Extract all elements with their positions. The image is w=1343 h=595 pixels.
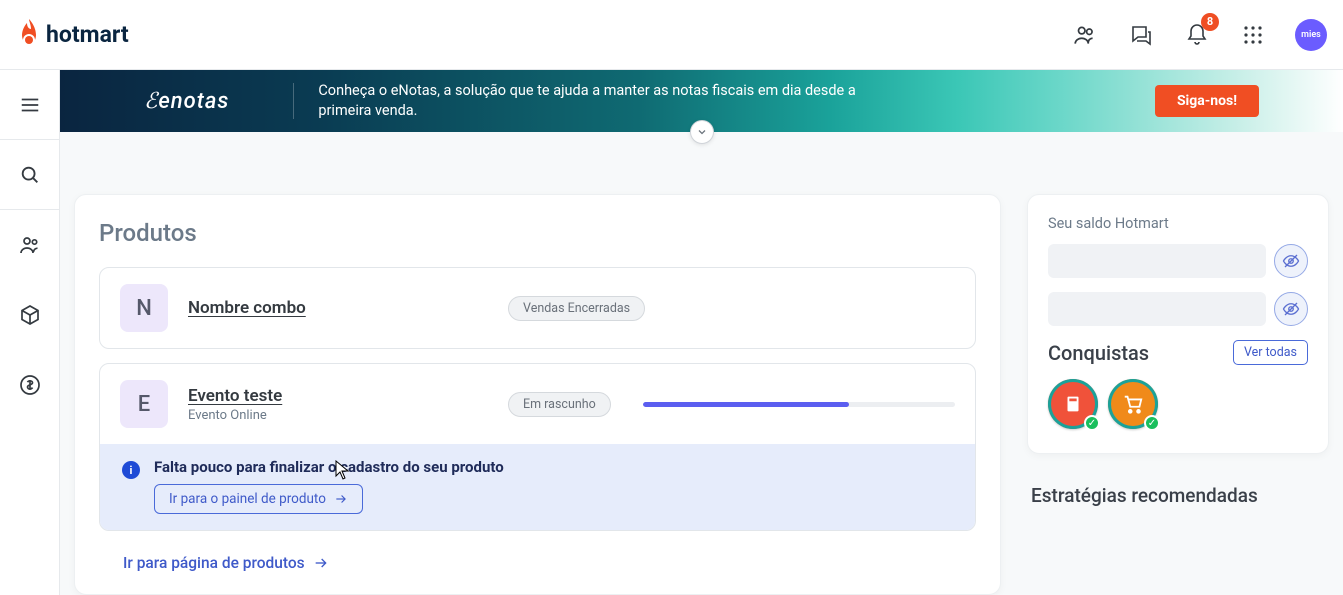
ver-todas-button[interactable]: Ver todas xyxy=(1233,340,1308,365)
layout: ℰenotas Conheça o eNotas, a solução que … xyxy=(0,70,1343,595)
check-icon: ✓ xyxy=(1144,415,1160,431)
promo-text: Conheça o eNotas, a solução que te ajuda… xyxy=(318,81,858,120)
toggle-visibility-button[interactable] xyxy=(1274,292,1308,326)
notifications-icon[interactable]: 8 xyxy=(1183,21,1211,49)
logo[interactable]: hotmart xyxy=(14,17,129,53)
flame-icon xyxy=(14,17,44,53)
product-name-link[interactable]: Nombre combo xyxy=(188,298,488,318)
estrategias-title: Estratégias recomendadas xyxy=(1027,484,1329,507)
saldo-label: Seu saldo Hotmart xyxy=(1048,215,1308,232)
promo-banner: ℰenotas Conheça o eNotas, a solução que … xyxy=(60,70,1343,132)
enotas-logo: ℰenotas xyxy=(84,88,269,114)
sidebar-item-people[interactable] xyxy=(0,210,59,280)
notification-badge: 8 xyxy=(1201,13,1219,31)
info-icon: i xyxy=(122,461,140,479)
achievement-badge[interactable]: ✓ xyxy=(1108,379,1158,429)
status-pill: Vendas Encerradas xyxy=(508,296,645,321)
follow-us-button[interactable]: Siga-nos! xyxy=(1155,85,1259,117)
content-row: Produtos N Nombre combo Vendas Encerrada… xyxy=(60,132,1343,595)
sidebar-search[interactable] xyxy=(0,140,59,210)
top-header: hotmart 8 mies xyxy=(0,0,1343,70)
product-row-inner[interactable]: E Evento teste Evento Online Em rascunho xyxy=(100,364,975,444)
check-icon: ✓ xyxy=(1084,415,1100,431)
achievement-badge[interactable]: ✓ xyxy=(1048,379,1098,429)
alert-panel: i Falta pouco para finalizar o cadastro … xyxy=(100,444,975,530)
go-to-products-page-link[interactable]: Ir para página de produtos xyxy=(123,554,329,572)
avatar[interactable]: mies xyxy=(1295,19,1327,51)
logo-text: hotmart xyxy=(46,21,129,48)
produtos-card: Produtos N Nombre combo Vendas Encerrada… xyxy=(74,194,1001,595)
sidebar-menu-toggle[interactable] xyxy=(0,70,59,140)
product-row[interactable]: N Nombre combo Vendas Encerradas xyxy=(99,267,976,349)
apps-grid-icon[interactable] xyxy=(1239,21,1267,49)
right-column: Seu saldo Hotmart Conquis xyxy=(1027,194,1329,595)
product-row: E Evento teste Evento Online Em rascunho… xyxy=(99,363,976,531)
saldo-row xyxy=(1048,292,1308,326)
status-pill: Em rascunho xyxy=(508,392,611,417)
alert-text: Falta pouco para finalizar o cadastro do… xyxy=(154,458,504,476)
community-icon[interactable] xyxy=(1071,21,1099,49)
sidebar-item-money[interactable] xyxy=(0,350,59,420)
saldo-card: Seu saldo Hotmart Conquis xyxy=(1027,194,1329,454)
hidden-balance xyxy=(1048,244,1266,278)
product-letter: N xyxy=(120,284,168,332)
sidebar xyxy=(0,70,60,595)
achievement-row: ✓ ✓ xyxy=(1048,379,1308,429)
toggle-visibility-button[interactable] xyxy=(1274,244,1308,278)
main: ℰenotas Conheça o eNotas, a solução que … xyxy=(60,70,1343,595)
chat-icon[interactable] xyxy=(1127,21,1155,49)
sidebar-item-products[interactable] xyxy=(0,280,59,350)
product-letter: E xyxy=(120,380,168,428)
saldo-row xyxy=(1048,244,1308,278)
produtos-title: Produtos xyxy=(99,219,976,247)
progress-bar xyxy=(643,402,955,407)
go-to-product-panel-button[interactable]: Ir para o painel de produto xyxy=(154,484,363,514)
divider xyxy=(293,83,294,119)
product-name-link[interactable]: Evento teste xyxy=(188,386,488,406)
product-subtitle: Evento Online xyxy=(188,408,488,423)
conquistas-title: Conquistas xyxy=(1048,341,1149,365)
hidden-balance xyxy=(1048,292,1266,326)
header-right: 8 mies xyxy=(1071,19,1327,51)
